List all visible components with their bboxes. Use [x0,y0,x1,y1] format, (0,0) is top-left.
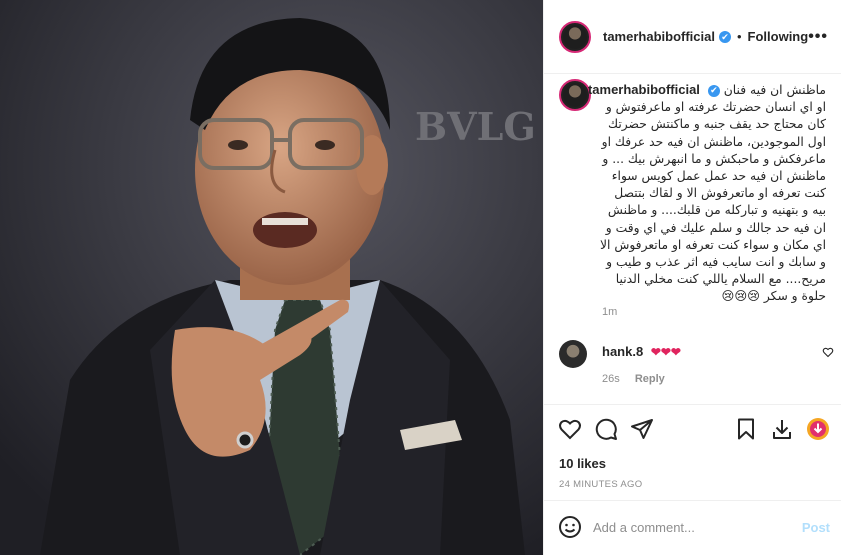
download-icon[interactable] [770,417,794,441]
save-bookmark-icon[interactable] [734,417,758,441]
caption-line: بيه و بتهنيه و تباركله من قلبك.... و ماظ… [607,203,826,218]
commenter-username[interactable]: hank.8 [602,344,643,359]
verified-icon: ✔ [718,30,731,43]
caption-timestamp: 1m [602,306,618,318]
action-bar: 10 likes 24 MINUTES AGO [544,404,841,514]
emoji-icon[interactable] [558,515,582,539]
avatar-image [563,83,587,107]
post-time-ago: 24 MINUTES AGO [559,479,643,490]
commenter-avatar[interactable] [559,340,587,368]
share-plane-icon[interactable] [630,417,654,441]
extension-download-icon[interactable] [806,417,830,441]
avatar-image [563,24,587,49]
caption-line: ماعرفكش و ماحبكش و ما انبهرش بيك ... و [602,151,826,166]
caption-line: و سابك و انت سايب فيه اثر عذب و طيب و [606,255,826,270]
header-username[interactable]: tamerhabibofficial [603,29,715,44]
caption-line: اول الموجودين، ماظنش ان فيه حد عرفك او [601,134,826,149]
add-comment-bar: Add a comment... Post [544,500,841,555]
caption-line: كان محتاج حد يقف جنبه و ماكنتش حضرتك [607,117,826,132]
verified-icon: ✔ [707,84,720,97]
comment-like-icon[interactable] [822,346,834,358]
add-comment-input[interactable]: Add a comment... [593,520,695,535]
comment-timestamp: 26s [602,373,620,385]
likes-count[interactable]: 10 likes [559,456,606,471]
caption-text: ماظنش ان فيه فنان ✔ tamerhabibofficial ا… [588,81,826,306]
caption-line: كنت تعرفه او ماتعرفوش الا و لقاك بتتصل [614,186,826,201]
caption-line: ان فيه حد جالك و سلم عليك في اي وقت و [605,220,826,235]
post-side-panel: tamerhabibofficial ✔ • Following ••• ماظ… [543,0,841,555]
instagram-post: BVLG tamerhabibofficial ✔ • Following ••… [0,0,841,555]
caption-line: ماظنش ان فيه حد عمل عمل كويس سواء [611,169,826,184]
header-separator: • [736,29,742,44]
caption-username[interactable]: tamerhabibofficial [588,82,700,97]
post-comment-button[interactable]: Post [802,520,830,535]
comment-bubble-icon[interactable] [594,417,618,441]
header-avatar[interactable] [559,20,591,53]
caption-line: اي مكان و سواء كنت تعرفه او ماتعرفوش الا [599,237,826,252]
header-identity: tamerhabibofficial ✔ • Following [603,29,808,44]
comment-meta: 26s Reply [602,373,665,385]
caption-section: ماظنش ان فيه فنان ✔ tamerhabibofficial ا… [544,74,841,402]
more-options-icon[interactable]: ••• [808,28,828,46]
post-photo-art: BVLG [0,0,543,555]
caption-avatar[interactable] [559,79,591,111]
backdrop-text: BVLG [415,104,536,149]
post-header: tamerhabibofficial ✔ • Following ••• [544,0,841,74]
caption-line-text: ماظنش ان فيه فنان [723,83,826,97]
caption-line: مريح.... مع السلام ياللي كنت مخلي الدنيا [615,272,826,287]
comment-line: hank.8 ❤❤❤ [602,344,681,359]
caption-line: حلوة و سكر 😢😢😢 [721,289,826,304]
following-button[interactable]: Following [748,29,809,44]
post-photo[interactable]: BVLG [0,0,543,555]
reply-button[interactable]: Reply [635,373,665,385]
caption-line: او اي انسان حضرتك عرفته او ماعرفتوش و [605,100,826,115]
caption-line: ماظنش ان فيه فنان ✔ tamerhabibofficial [588,81,826,99]
like-heart-icon[interactable] [558,417,582,441]
comment-item: hank.8 ❤❤❤ 26s Reply [544,340,841,390]
comment-text: ❤❤❤ [650,345,681,359]
